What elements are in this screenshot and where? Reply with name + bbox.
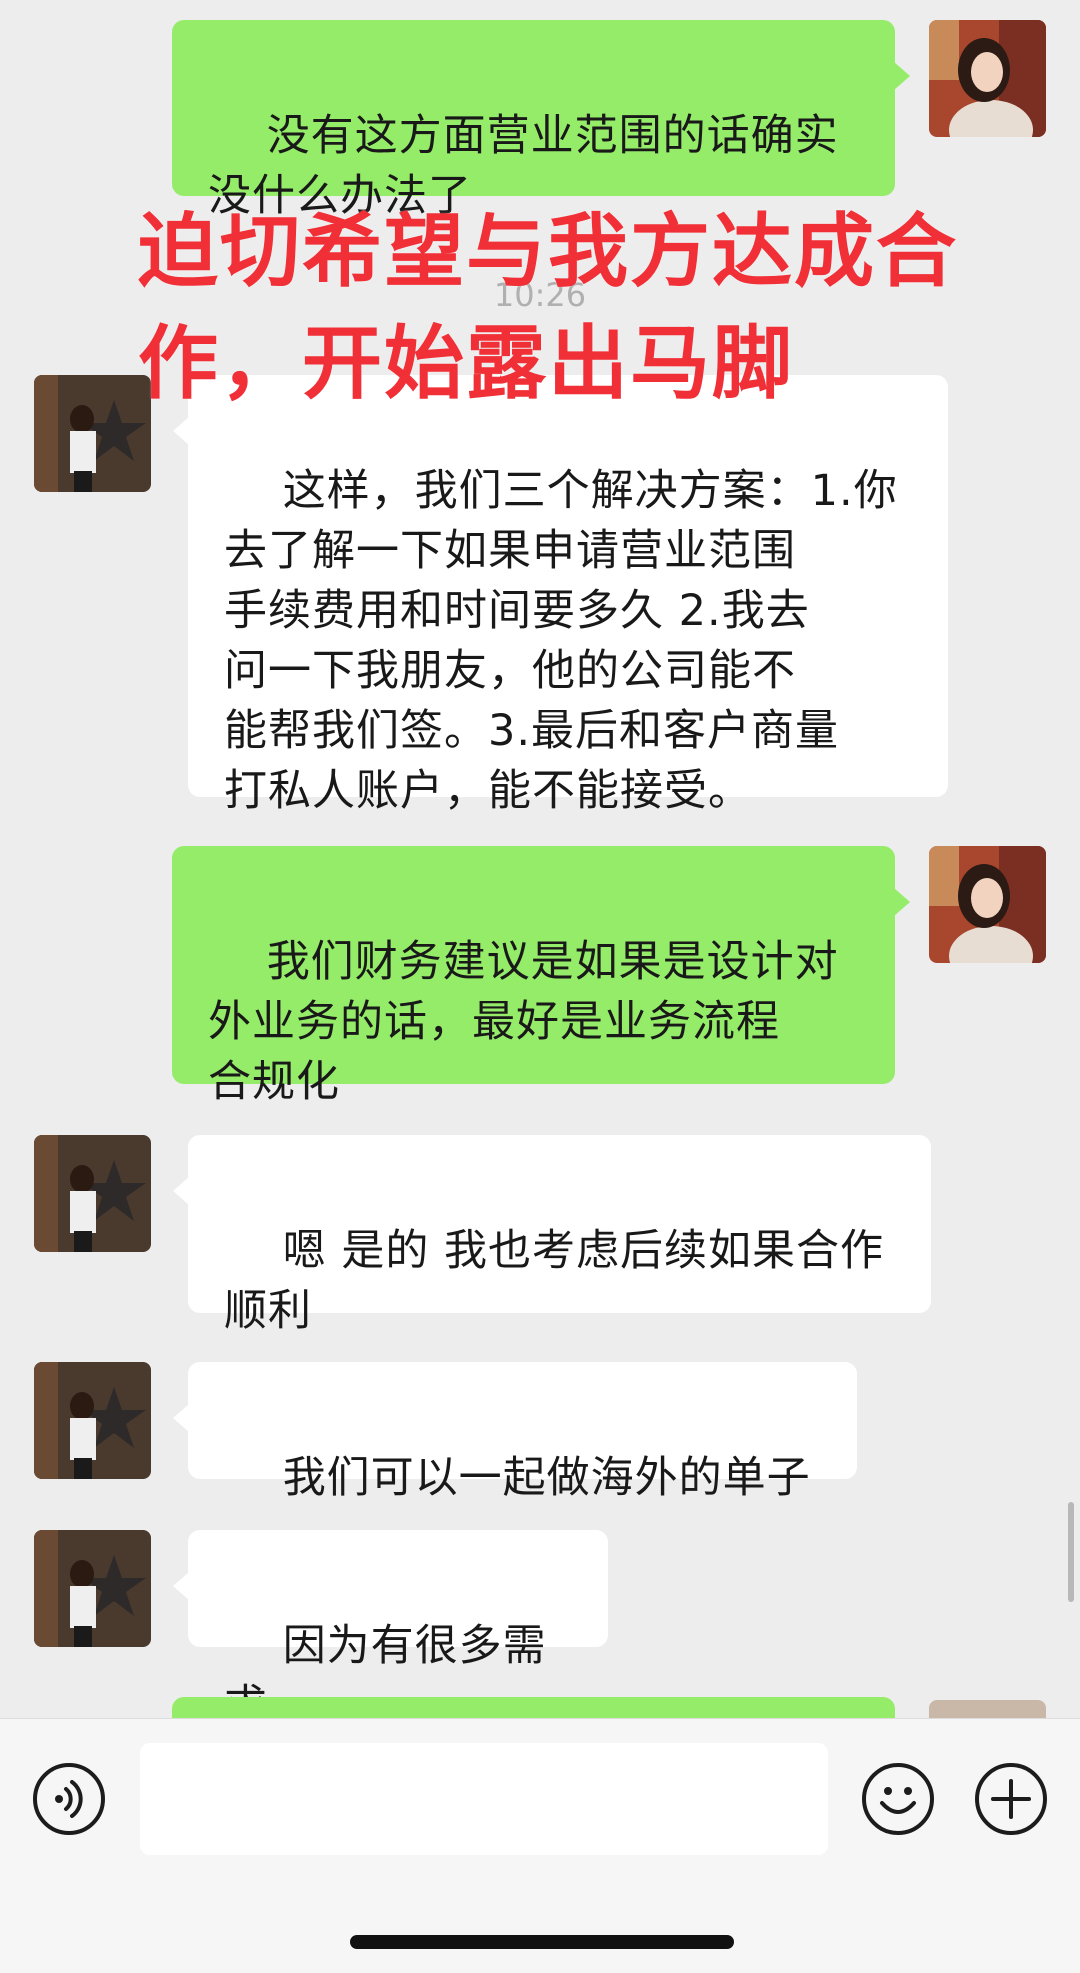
self-avatar-partial — [929, 1700, 1046, 1718]
message-text: 嗯 是的 我也考虑后续如果合作 顺利 — [224, 1226, 885, 1336]
chat-scrollbar[interactable] — [1068, 1502, 1074, 1602]
voice-button[interactable] — [33, 1763, 105, 1835]
self-avatar[interactable] — [929, 846, 1046, 963]
message-bubble-incoming[interactable]: 因为有很多需求 — [173, 1530, 608, 1718]
contact-avatar[interactable] — [34, 1362, 151, 1479]
chat-area[interactable]: 没有这方面营业范围的话确实 没什么办法了 10:26 这样，我们三个解决方案：1… — [0, 0, 1080, 1718]
message-text: 这样，我们三个解决方案：1.你 去了解一下如果申请营业范围 手续费用和时间要多久… — [224, 466, 898, 816]
home-indicator[interactable] — [350, 1935, 734, 1949]
contact-avatar[interactable] — [34, 375, 151, 492]
message-input[interactable] — [140, 1743, 828, 1855]
emoji-button[interactable] — [862, 1763, 934, 1835]
message-bubble-outgoing[interactable]: 我们财务建议是如果是设计对 外业务的话，最好是业务流程 合规化 — [172, 846, 910, 1107]
annotation-overlay-text: 迫切希望与我方达成合 作，开始露出马脚 — [138, 205, 958, 410]
emoji-icon — [880, 1787, 916, 1814]
contact-avatar[interactable] — [34, 1530, 151, 1647]
message-text: 我们可以一起做海外的单子 — [282, 1453, 811, 1503]
message-text: 我们财务建议是如果是设计对 外业务的话，最好是业务流程 合规化 — [208, 937, 839, 1107]
contact-avatar[interactable] — [34, 1135, 151, 1252]
plus-button[interactable] — [975, 1763, 1047, 1835]
self-avatar[interactable] — [929, 20, 1046, 137]
message-bubble-incoming[interactable]: 我们可以一起做海外的单子 — [173, 1362, 857, 1503]
voice-icon — [55, 1780, 83, 1818]
message-bubble-incoming[interactable]: 这样，我们三个解决方案：1.你 去了解一下如果申请营业范围 手续费用和时间要多久… — [173, 375, 948, 816]
message-bubble-incoming[interactable]: 嗯 是的 我也考虑后续如果合作 顺利 — [173, 1135, 931, 1336]
message-bubble-outgoing[interactable]: 没有这方面营业范围的话确实 没什么办法了 — [172, 20, 910, 221]
message-bubble-outgoing-partial[interactable] — [172, 1697, 895, 1718]
plus-icon — [991, 1779, 1031, 1819]
